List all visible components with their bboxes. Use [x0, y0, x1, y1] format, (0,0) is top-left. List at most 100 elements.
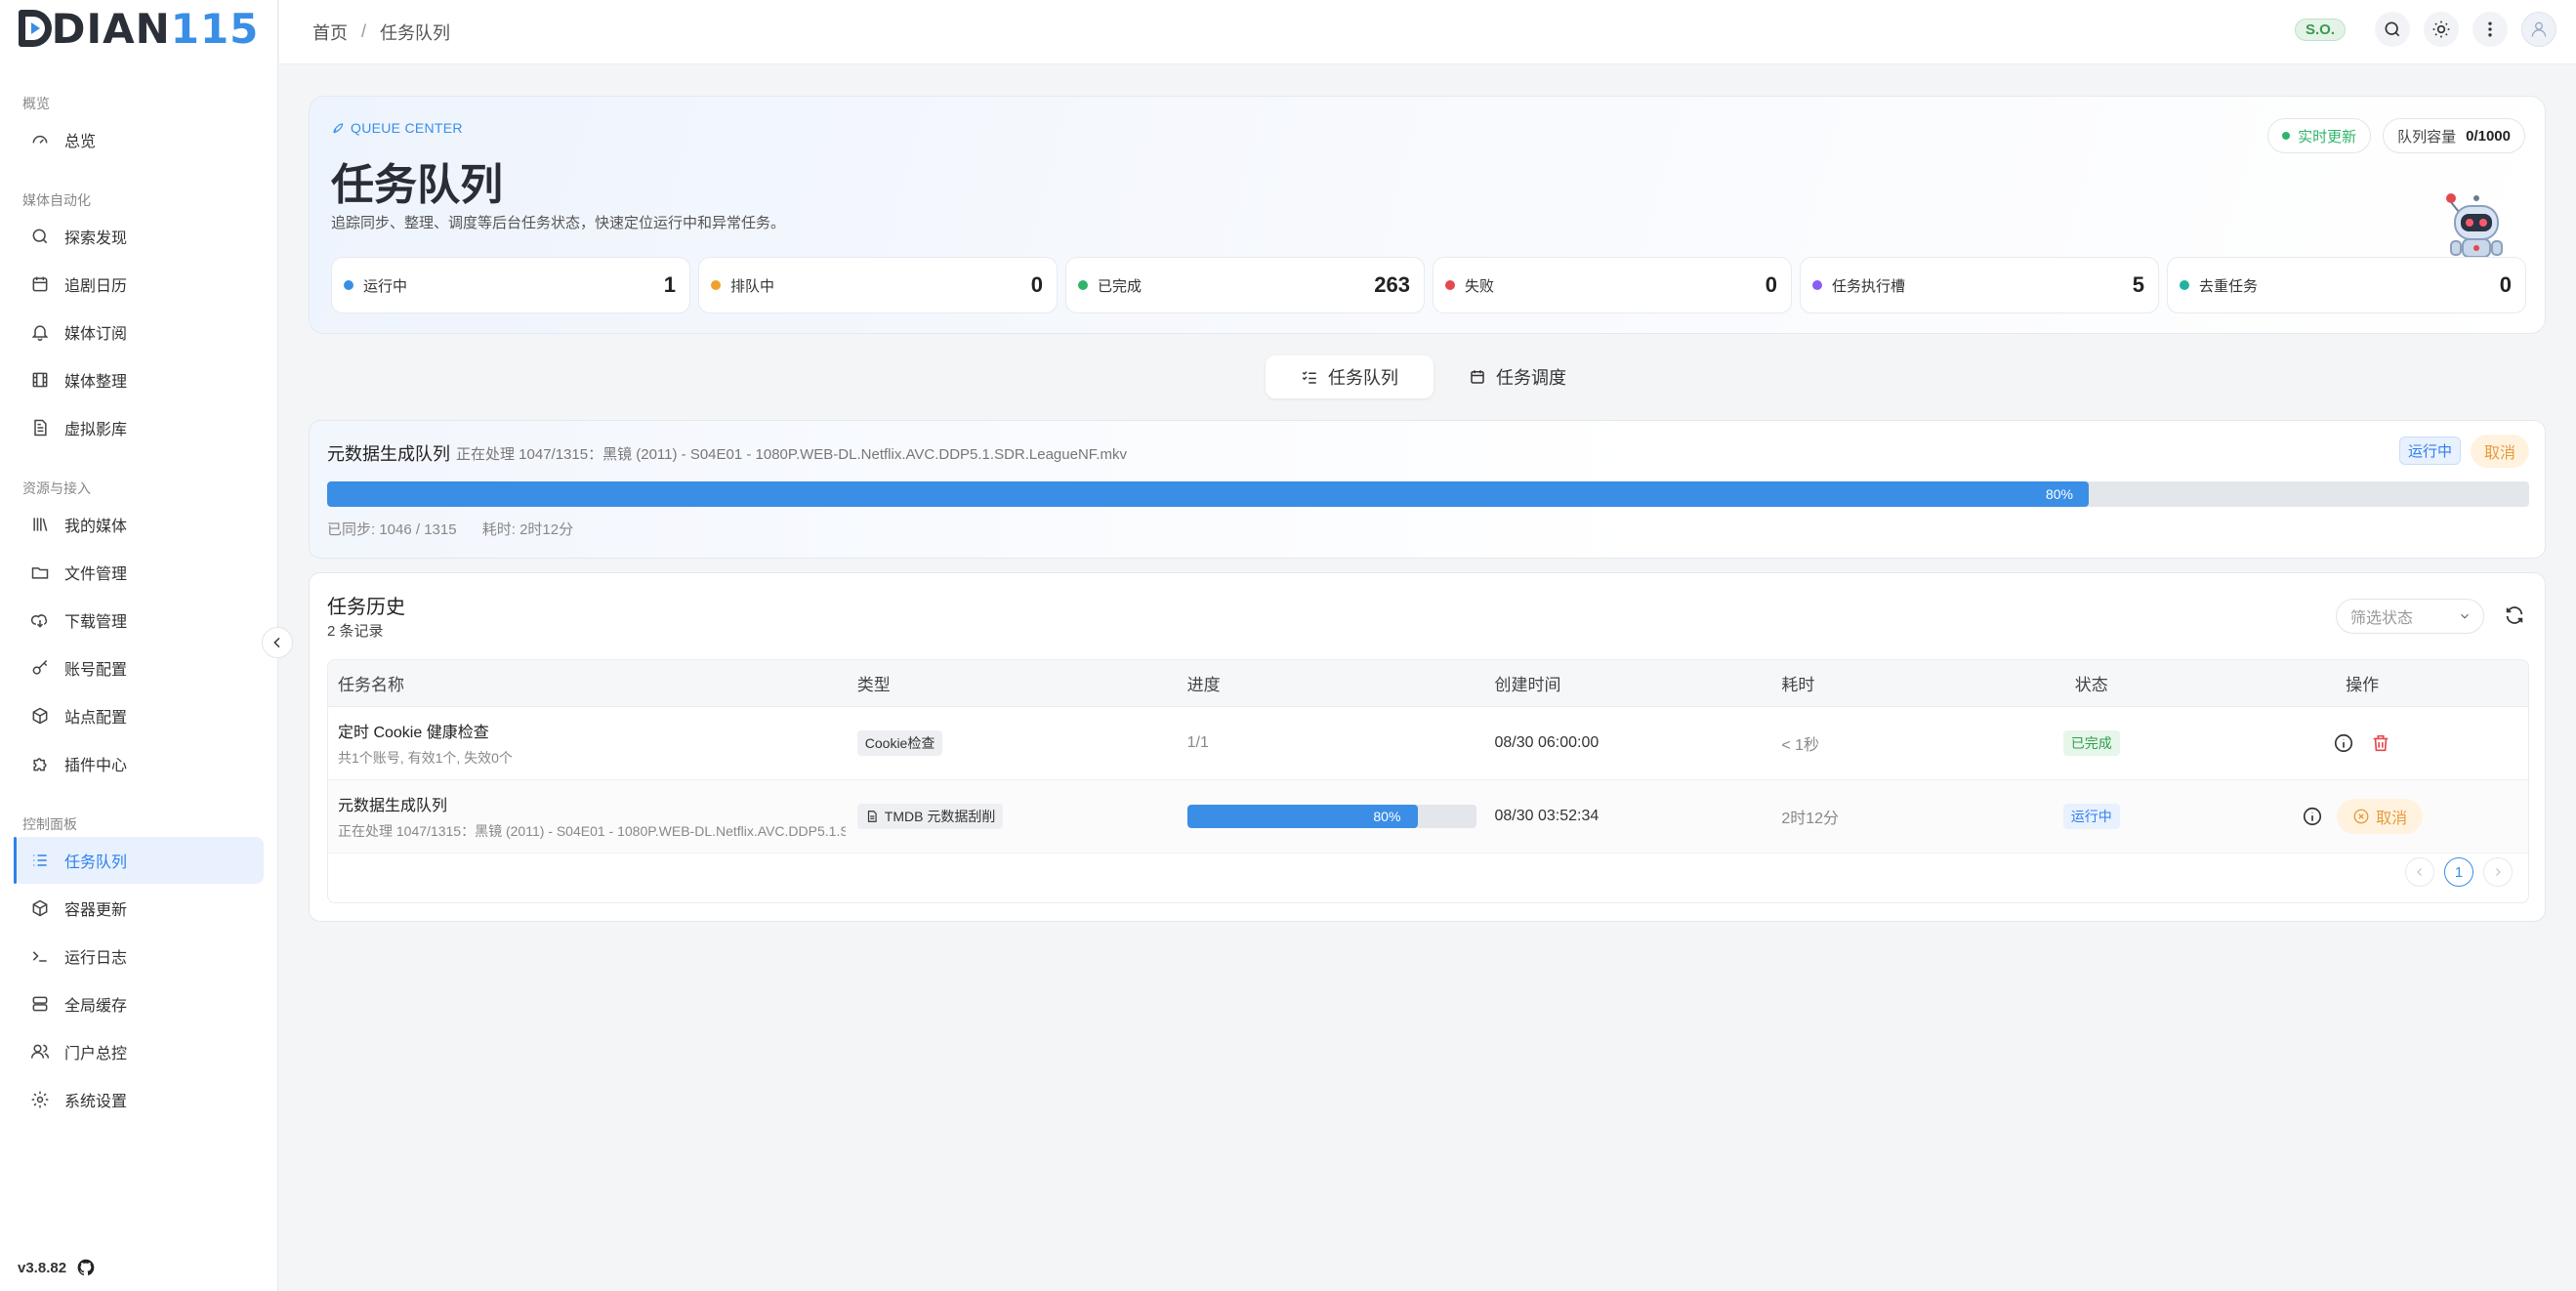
version-footer: v3.8.82 [18, 1258, 96, 1277]
page-number[interactable]: 1 [2444, 857, 2473, 887]
history-title: 任务历史 [327, 597, 405, 618]
nav-section-title: 资源与接入 [22, 480, 91, 496]
sidebar-item-virtual-library[interactable]: 虚拟影库 [14, 404, 264, 451]
sidebar-item-label: 媒体整理 [64, 374, 128, 391]
cancel-button[interactable]: 取消 [2337, 799, 2424, 834]
more-menu-button[interactable] [2472, 12, 2508, 47]
stat-dot [711, 280, 721, 290]
sidebar-item-label: 下载管理 [64, 614, 128, 631]
puzzle-icon [29, 753, 51, 774]
breadcrumb-home[interactable]: 首页 [312, 20, 348, 45]
info-icon[interactable] [2333, 732, 2354, 754]
stat-tile[interactable]: 运行中 1 [331, 257, 690, 313]
tab-task-queue[interactable]: 任务队列 [1266, 355, 1433, 398]
key-icon [29, 657, 51, 679]
sidebar-collapse-button[interactable] [262, 627, 293, 658]
stat-tile[interactable]: 失败 0 [1433, 257, 1792, 313]
stat-tile[interactable]: 已完成 263 [1065, 257, 1425, 313]
task-actions [2196, 732, 2528, 754]
task-name-cell: 定时 Cookie 健康检查 共1个账号, 有效1个, 失效0个 [328, 719, 857, 768]
page-description: 追踪同步、整理、调度等后台任务状态，快速定位运行中和异常任务。 [331, 215, 786, 231]
header-actions: S.O. [2294, 12, 2556, 47]
task-status-cell: 运行中 [1986, 804, 2196, 829]
refresh-button[interactable] [2504, 604, 2527, 628]
queue-progress-label: 80% [2045, 486, 2073, 502]
task-subtext: 正在处理 1047/1315：黑镜 (2011) - S04E01 - 1080… [338, 823, 846, 839]
info-icon[interactable] [2302, 806, 2323, 827]
current-queue-card: 元数据生成队列 正在处理 1047/1315：黑镜 (2011) - S04E0… [309, 420, 2546, 559]
sidebar-item-overview[interactable]: 总览 [14, 116, 264, 163]
bell-icon [29, 321, 51, 343]
tab-label: 任务队列 [1328, 368, 1398, 388]
stat-value: 5 [2132, 272, 2144, 297]
status-badge: 运行中 [2062, 804, 2120, 829]
stat-dot [1812, 280, 1822, 290]
sidebar-item-organize[interactable]: 媒体整理 [14, 356, 264, 403]
database-icon [29, 993, 51, 1015]
type-tag: Cookie检查 [856, 730, 943, 756]
sidebar-item-logs[interactable]: 运行日志 [14, 933, 264, 979]
sidebar-item-label: 账号配置 [64, 662, 128, 679]
history-table: 任务名称 类型 进度 创建时间 耗时 状态 操作 定时 Cookie 健康检查 … [327, 659, 2529, 903]
task-name: 元数据生成队列 [338, 798, 448, 814]
sidebar-item-downloads[interactable]: 下载管理 [14, 597, 264, 644]
so-badge[interactable]: S.O. [2294, 18, 2346, 41]
sidebar-item-my-media[interactable]: 我的媒体 [14, 501, 264, 548]
globe-icon [29, 705, 51, 727]
status-filter-select[interactable]: 筛选状态 [2336, 599, 2484, 634]
table-row: 元数据生成队列 正在处理 1047/1315：黑镜 (2011) - S04E0… [328, 780, 2528, 854]
task-progress-fill: 80% [1186, 805, 1419, 828]
stat-tile[interactable]: 任务执行槽 5 [1800, 257, 2159, 313]
capacity-pill: 队列容量 0/1000 [2383, 118, 2525, 153]
sidebar-item-subscribe[interactable]: 媒体订阅 [14, 309, 264, 355]
box-icon [29, 897, 51, 919]
sidebar-item-cache[interactable]: 全局缓存 [14, 980, 264, 1027]
nav-section-title: 控制面板 [22, 816, 77, 832]
tab-label: 任务调度 [1496, 368, 1566, 388]
sidebar-item-files[interactable]: 文件管理 [14, 549, 264, 596]
synced-count: 已同步: 1046 / 1315 [327, 521, 457, 538]
sidebar-item-portal[interactable]: 门户总控 [14, 1028, 264, 1075]
sidebar-item-sites[interactable]: 站点配置 [14, 692, 264, 739]
rocket-icon [333, 123, 344, 134]
stat-tile[interactable]: 排队中 0 [698, 257, 1058, 313]
stat-label: 失败 [1465, 277, 1495, 295]
logo-main-text: DIAN [51, 4, 171, 53]
task-status-cell: 已完成 [1986, 730, 2196, 756]
next-page-button[interactable] [2483, 857, 2513, 887]
sidebar-item-settings[interactable]: 系统设置 [14, 1076, 264, 1123]
github-icon[interactable] [76, 1258, 96, 1277]
trash-icon[interactable] [2370, 732, 2391, 754]
sidebar-item-container-update[interactable]: 容器更新 [14, 885, 264, 932]
sidebar-item-task-queue[interactable]: 任务队列 [14, 837, 264, 884]
tab-task-schedule[interactable]: 任务调度 [1433, 355, 1601, 398]
prev-page-button[interactable] [2405, 857, 2434, 887]
task-name-cell: 元数据生成队列 正在处理 1047/1315：黑镜 (2011) - S04E0… [328, 792, 857, 841]
sidebar-item-discover[interactable]: 探索发现 [14, 213, 264, 260]
stat-label: 运行中 [363, 277, 408, 295]
cancel-button[interactable]: 取消 [2470, 435, 2529, 468]
search-button[interactable] [2375, 12, 2410, 47]
task-progress: 1/1 [1186, 734, 1209, 751]
breadcrumb-separator: / [361, 21, 367, 41]
live-update-pill[interactable]: 实时更新 [2267, 118, 2372, 153]
avatar[interactable] [2521, 12, 2556, 47]
sidebar-item-plugins[interactable]: 插件中心 [14, 740, 264, 787]
app-logo[interactable]: DIAN 115 [0, 0, 277, 55]
chevron-left-icon [2417, 868, 2422, 876]
sidebar-item-accounts[interactable]: 账号配置 [14, 645, 264, 691]
stats-row: 运行中 1 排队中 0 已完成 263 失败 0 任务执行槽 5 去重任务 0 [331, 257, 2526, 313]
page-title: 任务队列 [331, 161, 503, 209]
sidebar-item-label: 系统设置 [64, 1094, 128, 1110]
sidebar-item-label: 容器更新 [64, 902, 128, 919]
sidebar-item-calendar[interactable]: 追剧日历 [14, 261, 264, 308]
stat-label: 去重任务 [2199, 277, 2259, 295]
theme-toggle-button[interactable] [2424, 12, 2459, 47]
status-badge: 运行中 [2398, 437, 2461, 465]
type-label: TMDB 元数据刮削 [884, 809, 996, 824]
stat-label: 已完成 [1098, 277, 1143, 295]
top-header: 首页 / 任务队列 S.O. [279, 0, 2576, 64]
stat-tile[interactable]: 去重任务 0 [2167, 257, 2526, 313]
list-icon [29, 850, 51, 871]
task-subtext: 共1个账号, 有效1个, 失效0个 [338, 750, 513, 766]
